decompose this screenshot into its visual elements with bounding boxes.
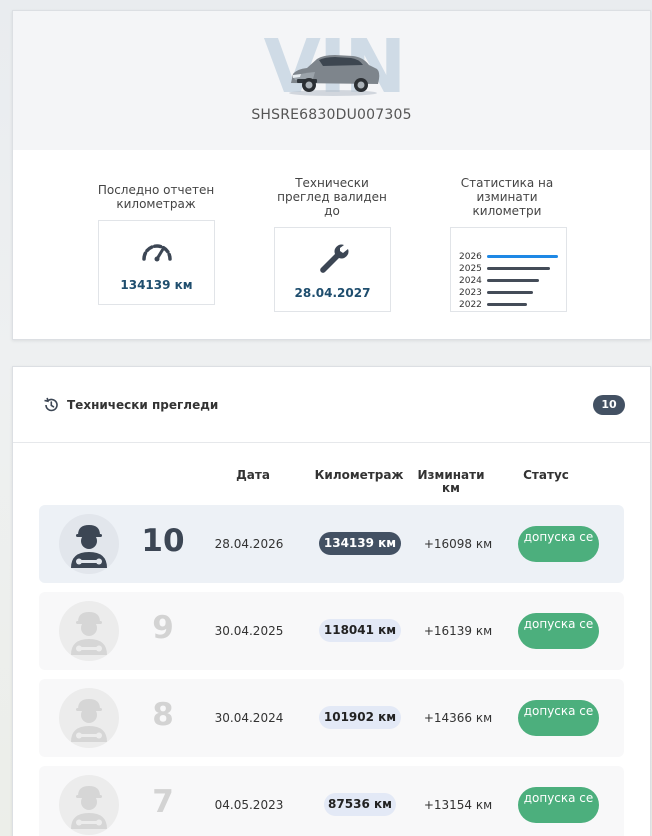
inspection-date: 30.04.2024 [214,711,284,725]
inspection-status-badge[interactable]: допуска се [518,787,599,823]
last-mileage-title: Последно отчетен километраж [97,183,215,211]
mechanic-avatar-icon [59,514,119,574]
inspection-row[interactable]: 8 30.04.2024 101902 км +14366 км допуска се [39,679,624,757]
inspection-driven-km: +14366 км [423,711,493,725]
mechanic-avatar-icon [59,601,119,661]
km-stats-year-label: 2025 [459,264,482,274]
column-header-driven: Изминати км [417,468,485,495]
inspection-row[interactable]: 9 30.04.2025 118041 км +16139 км допуска се [39,592,624,670]
km-stats-bar [487,255,558,258]
km-stats-year-label: 2023 [459,288,482,298]
inspection-driven-km: +16098 км [423,537,493,551]
km-stats-box: 2026 2025 2024 2023 2022 [450,227,567,312]
history-icon [44,397,58,412]
inspection-driven-km: +16139 км [423,624,493,638]
last-mileage-box: 134139 км [98,220,215,305]
inspection-valid-title: Технически преглед валиден до [277,176,387,218]
inspections-count-badge: 10 [593,395,625,415]
vin-header: VIN SHSRE6830DU007305 [13,11,650,150]
km-stats-bar [487,279,539,282]
mechanic-avatar-icon [59,688,119,748]
inspection-date: 04.05.2023 [214,798,284,812]
speedometer-icon [142,244,172,262]
km-stats-title: Статистика на изминати километри [460,176,554,218]
last-mileage-value: 134139 км [120,278,193,292]
inspection-status-badge[interactable]: допуска се [518,526,599,562]
wrench-icon [320,244,349,273]
inspection-date: 30.04.2025 [214,624,284,638]
km-stats-year-label: 2024 [459,276,482,286]
inspection-status-badge[interactable]: допуска се [518,613,599,649]
column-header-mileage: Километраж [314,468,404,482]
inspections-card: Технически прегледи 10 Дата Километраж И… [12,366,651,836]
km-stats-year-label: 2026 [459,252,482,262]
vin-number: SHSRE6830DU007305 [251,107,412,123]
vehicle-summary-card: VIN SHSRE6830DU007305 Последно отчетен к… [12,10,651,340]
km-stats-bar [487,267,550,270]
mechanic-avatar-icon [59,775,119,835]
inspection-mileage-pill: 118041 км [319,619,401,642]
column-header-date: Дата [236,468,270,482]
inspection-date: 28.04.2026 [214,537,284,551]
inspections-header: Технически прегледи 10 [13,367,650,443]
inspection-mileage-pill: 87536 км [324,793,396,816]
inspection-number: 10 [141,523,185,559]
inspection-mileage-pill: 134139 км [319,532,401,555]
column-header-status: Статус [523,468,569,482]
inspection-row[interactable]: 7 04.05.2023 87536 км +13154 км допуска се [39,766,624,836]
inspections-title: Технически прегледи [67,398,219,412]
inspection-number: 8 [152,697,174,733]
km-stats-bar [487,291,533,294]
inspection-valid-box: 28.04.2027 [274,227,391,312]
inspection-status-badge[interactable]: допуска се [518,700,599,736]
car-icon [289,55,380,96]
inspection-number: 7 [152,784,174,820]
inspection-row[interactable]: 10 28.04.2026 134139 км +16098 км допуска се [39,505,624,583]
inspection-driven-km: +13154 км [423,798,493,812]
inspection-mileage-pill: 101902 км [319,706,401,729]
km-stats-bar [487,303,527,306]
inspection-number: 9 [152,610,174,646]
km-stats-year-label: 2022 [459,300,482,310]
inspection-valid-value: 28.04.2027 [294,286,371,300]
